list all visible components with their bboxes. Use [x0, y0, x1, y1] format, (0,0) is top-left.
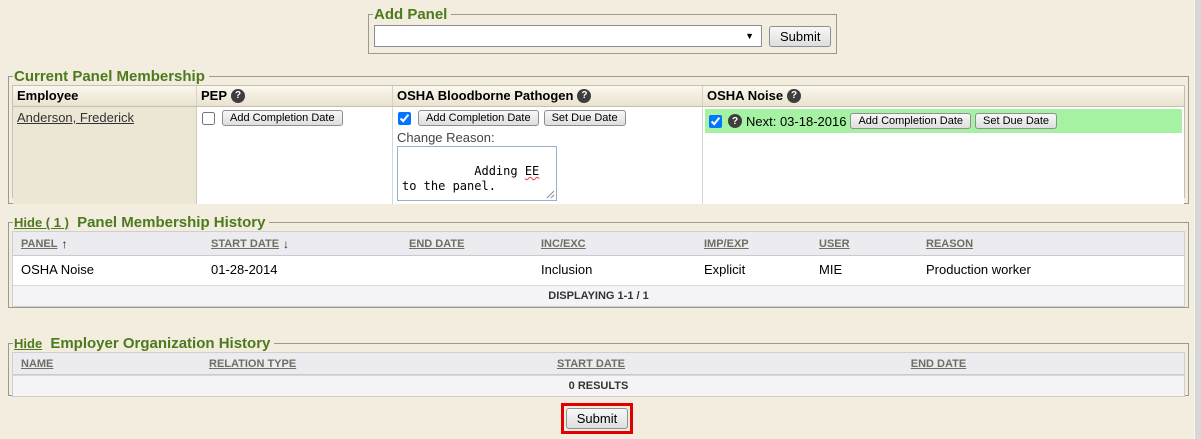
noise-checkbox[interactable]	[709, 115, 722, 128]
bottom-submit-area: Submit	[0, 403, 1194, 434]
column-header-start-date: START DATE	[391, 358, 791, 370]
add-panel-submit-button[interactable]: Submit	[769, 26, 831, 47]
noise-add-completion-date-button[interactable]: Add Completion Date	[850, 113, 971, 129]
add-panel-select[interactable]: ▼	[374, 25, 762, 47]
current-panel-membership-fieldset: Current Panel Membership Employee PEP ? …	[8, 68, 1189, 204]
column-header-inc-exc: INC/EXC	[533, 237, 696, 251]
cell-panel: OSHA Noise	[13, 262, 203, 277]
column-header-panel: PANEL ↑	[13, 237, 203, 251]
noise-cell: ? Next: 03-18-2016 Add Completion Date S…	[703, 107, 1184, 204]
sort-ascending-icon[interactable]: ↑	[61, 237, 67, 251]
help-icon[interactable]: ?	[787, 89, 801, 103]
help-icon[interactable]: ?	[577, 89, 591, 103]
help-icon[interactable]: ?	[728, 114, 742, 128]
submit-button[interactable]: Submit	[566, 408, 628, 429]
add-panel-row: ▼ Submit	[372, 23, 833, 47]
employer-history-title: Employer Organization History	[50, 335, 270, 352]
column-header-user: USER	[811, 237, 918, 251]
panel-membership-history-fieldset: Hide ( 1 ) Panel Membership History PANE…	[8, 214, 1189, 308]
current-panel-data-row: Anderson, Frederick Add Completion Date …	[13, 107, 1184, 201]
employee-link[interactable]: Anderson, Frederick	[17, 110, 134, 125]
panel-history-legend: Hide ( 1 ) Panel Membership History	[13, 214, 269, 231]
column-header-name: NAME	[13, 358, 201, 370]
noise-set-due-date-button[interactable]: Set Due Date	[975, 113, 1057, 129]
add-panel-legend: Add Panel	[373, 6, 451, 23]
cell-start-date: 01-28-2014	[203, 262, 401, 277]
change-reason-textarea[interactable]: Adding EE to the panel.	[397, 146, 557, 201]
noise-next-due-label: Next: 03-18-2016	[746, 114, 846, 129]
resize-handle-icon[interactable]	[545, 189, 555, 199]
current-panel-header-row: Employee PEP ? OSHA Bloodborne Pathogen …	[13, 86, 1184, 107]
chevron-down-icon: ▼	[745, 31, 761, 41]
pep-cell: Add Completion Date	[197, 107, 393, 204]
current-panel-legend: Current Panel Membership	[13, 68, 209, 85]
change-reason-label: Change Reason:	[397, 130, 698, 145]
employer-history-table: NAME RELATION TYPE START DATE END DATE 0…	[12, 352, 1185, 397]
noise-highlight-bar: ? Next: 03-18-2016 Add Completion Date S…	[705, 109, 1182, 133]
bloodborne-checkbox[interactable]	[398, 112, 411, 125]
table-row: OSHA Noise 01-28-2014 Inclusion Explicit…	[13, 256, 1184, 285]
current-panel-table: Employee PEP ? OSHA Bloodborne Pathogen …	[12, 85, 1185, 198]
employer-history-legend: Hide Employer Organization History	[13, 335, 274, 352]
sort-descending-icon[interactable]: ↓	[283, 237, 289, 251]
column-header-end-date: END DATE	[401, 237, 533, 251]
bloodborne-set-due-date-button[interactable]: Set Due Date	[544, 110, 626, 126]
cell-end-date	[401, 262, 533, 277]
bloodborne-add-completion-date-button[interactable]: Add Completion Date	[418, 110, 539, 126]
column-header-end-date: END DATE	[791, 358, 1086, 370]
paging-status: DISPLAYING 1-1 / 1	[13, 285, 1184, 306]
action-highlight-box: Submit	[561, 403, 633, 434]
employee-cell: Anderson, Frederick	[13, 107, 197, 204]
add-panel-fieldset: Add Panel ▼ Submit	[368, 6, 837, 54]
panel-history-header-row: PANEL ↑ START DATE ↓ END DATE INC/EXC IM…	[13, 232, 1184, 256]
employer-history-header-row: NAME RELATION TYPE START DATE END DATE	[13, 353, 1184, 375]
column-header-pep: PEP ?	[197, 86, 393, 106]
results-status: 0 RESULTS	[13, 375, 1184, 396]
misspelled-word: EE	[525, 164, 539, 178]
cell-imp-exp: Explicit	[696, 262, 811, 277]
column-header-reason: REASON	[918, 237, 1184, 251]
column-header-employee: Employee	[13, 86, 197, 106]
panel-history-hide-link[interactable]: Hide ( 1 )	[14, 215, 69, 230]
pep-add-completion-date-button[interactable]: Add Completion Date	[222, 110, 343, 126]
panel-history-table: PANEL ↑ START DATE ↓ END DATE INC/EXC IM…	[12, 231, 1185, 307]
change-reason-text: Adding	[474, 164, 525, 178]
panel-history-title: Panel Membership History	[77, 214, 265, 231]
scrollbar-track[interactable]	[1194, 0, 1201, 439]
column-header-relation-type: RELATION TYPE	[201, 358, 391, 370]
column-header-noise: OSHA Noise ?	[703, 86, 1184, 106]
column-header-start-date: START DATE ↓	[203, 237, 401, 251]
employer-history-hide-link[interactable]: Hide	[14, 336, 42, 351]
cell-reason: Production worker	[918, 262, 1184, 277]
employer-organization-history-fieldset: Hide Employer Organization History NAME …	[8, 335, 1189, 396]
cell-user: MIE	[811, 262, 918, 277]
pep-checkbox[interactable]	[202, 112, 215, 125]
column-header-bloodborne: OSHA Bloodborne Pathogen ?	[393, 86, 703, 106]
column-header-imp-exp: IMP/EXP	[696, 237, 811, 251]
help-icon[interactable]: ?	[231, 89, 245, 103]
cell-inc-exc: Inclusion	[533, 262, 696, 277]
bloodborne-cell: Add Completion Date Set Due Date Change …	[393, 107, 703, 204]
